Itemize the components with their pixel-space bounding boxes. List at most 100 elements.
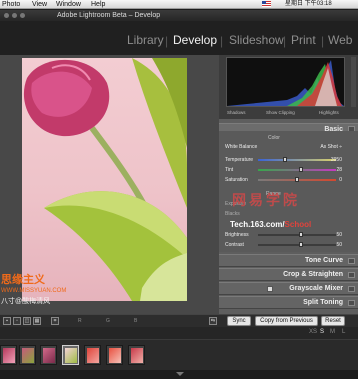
temperature-thumb[interactable]: [283, 157, 287, 162]
g-readout-label: G: [106, 318, 110, 324]
r-readout-label: R: [78, 318, 82, 324]
saturation-value[interactable]: 0: [339, 177, 342, 183]
tint-thumb[interactable]: [299, 167, 303, 172]
watermark-right-url-main: Tech.163.com/: [230, 220, 285, 229]
split-toning-title: Split Toning: [303, 299, 343, 306]
module-separator: |: [165, 34, 169, 48]
close-icon[interactable]: [4, 13, 9, 18]
collapse-icon[interactable]: [348, 258, 355, 264]
crop-straighten-header[interactable]: Crop & Straighten: [219, 268, 358, 281]
contrast-value[interactable]: 50: [336, 242, 342, 248]
histogram[interactable]: [226, 57, 345, 107]
collapse-icon[interactable]: [348, 300, 355, 306]
mac-menubar: Photo View Window Help 星期日 下午03:18: [0, 0, 358, 9]
tint-value[interactable]: 28: [336, 167, 342, 173]
filmstrip-thumbnail[interactable]: [40, 345, 57, 365]
collapse-icon[interactable]: [348, 272, 355, 278]
crop-straighten-title: Crop & Straighten: [283, 271, 343, 278]
histogram-panel: Shadows Show Clipping Highlights: [219, 55, 358, 119]
histogram-scrollbar[interactable]: [351, 57, 356, 107]
view-mode-compare-icon[interactable]: ◫: [23, 317, 31, 325]
before-after-icon[interactable]: ⇆: [209, 317, 217, 325]
module-separator: |: [220, 34, 224, 48]
module-print[interactable]: Print: [291, 33, 316, 47]
filmstrip-thumbnail[interactable]: [0, 345, 17, 365]
histogram-highlights-label: Highlights: [319, 110, 339, 115]
window-titlebar: Adobe Lightroom Beta – Develop: [0, 10, 358, 21]
saturation-slider[interactable]: [258, 177, 336, 182]
contrast-label: Contrast: [225, 242, 244, 248]
color-group-label: Color: [268, 135, 280, 141]
reset-button[interactable]: Reset: [321, 316, 345, 326]
brightness-thumb[interactable]: [299, 232, 303, 237]
us-flag-icon[interactable]: [262, 1, 271, 7]
window-title: Adobe Lightroom Beta – Develop: [57, 12, 161, 19]
menu-help[interactable]: Help: [91, 0, 105, 9]
white-balance-label: White Balance: [225, 144, 258, 150]
bottom-toolbar: ▪ ▫ ◫ ▦ ⌗ R G B ⇆ Sync Copy from Previou…: [0, 314, 358, 327]
view-mode-loupe-icon[interactable]: ▪: [3, 317, 11, 325]
filmstrip[interactable]: [0, 339, 358, 370]
module-library[interactable]: Library: [127, 33, 164, 47]
bottom-panel-toggle[interactable]: [0, 370, 358, 379]
show-clipping-toggle[interactable]: Show Clipping: [266, 110, 295, 115]
watermark-left-url: WWW.MISSYUAN.COM: [1, 288, 67, 294]
module-separator: |: [283, 34, 287, 48]
chevron-down-icon[interactable]: [176, 372, 184, 376]
brightness-value[interactable]: 50: [336, 232, 342, 238]
contrast-slider[interactable]: [258, 242, 336, 247]
temperature-slider[interactable]: [258, 157, 336, 162]
thumb-size-s[interactable]: S: [320, 329, 324, 335]
view-mode-grid-icon[interactable]: ▫: [13, 317, 21, 325]
crop-tool-icon[interactable]: ⌗: [51, 317, 59, 325]
minimize-icon[interactable]: [12, 13, 17, 18]
thumb-size-m[interactable]: M: [330, 329, 335, 335]
saturation-thumb[interactable]: [295, 177, 299, 182]
filmstrip-thumbnail[interactable]: [128, 345, 145, 365]
watermark-right-url: Tech.163.com/School: [230, 220, 311, 229]
watermark-left: 思缘主义 WWW.MISSYUAN.COM 八寸@酸梅清风: [1, 275, 71, 307]
module-separator: |: [321, 34, 325, 48]
tone-curve-title: Tone Curve: [305, 257, 343, 264]
brightness-slider[interactable]: [258, 232, 336, 237]
watermark-left-author: 八寸@酸梅清风: [1, 298, 51, 305]
watermark-right-url-school: School: [284, 220, 312, 229]
zoom-icon[interactable]: [20, 13, 25, 18]
grayscale-checkbox[interactable]: [267, 286, 273, 292]
filmstrip-thumbnail-selected[interactable]: [62, 345, 79, 365]
module-web[interactable]: Web: [328, 33, 352, 47]
grayscale-mixer-title: Grayscale Mixer: [289, 285, 343, 292]
white-balance-select[interactable]: As Shot ÷: [320, 144, 342, 150]
menu-view[interactable]: View: [32, 0, 47, 9]
histogram-shadows-label: Shadows: [227, 110, 246, 115]
watermark-left-main: 思缘主义: [1, 274, 45, 286]
brightness-label: Brightness: [225, 232, 249, 238]
filmstrip-thumbnail[interactable]: [106, 345, 123, 365]
tint-slider[interactable]: [258, 167, 336, 172]
view-mode-survey-icon[interactable]: ▦: [33, 317, 41, 325]
module-develop[interactable]: Develop: [173, 33, 217, 47]
tulip-photo: [22, 58, 187, 301]
thumb-size-l[interactable]: L: [342, 329, 345, 335]
blacks-label: Blacks: [225, 211, 240, 217]
tint-label: Tint: [225, 167, 234, 173]
collapse-icon[interactable]: [348, 286, 355, 292]
sync-button[interactable]: Sync: [227, 316, 251, 326]
split-toning-header[interactable]: Split Toning: [219, 296, 358, 309]
grayscale-mixer-header[interactable]: Grayscale Mixer: [219, 282, 358, 295]
tone-curve-header[interactable]: Tone Curve: [219, 254, 358, 267]
menu-window[interactable]: Window: [56, 0, 81, 9]
thumb-size-xs[interactable]: XS: [309, 329, 317, 335]
filmstrip-thumbnail[interactable]: [19, 345, 36, 365]
module-slideshow[interactable]: Slideshow: [229, 33, 284, 47]
filmstrip-header: XS S M L: [0, 327, 358, 339]
menubar-clock: 星期日 下午03:18: [285, 1, 332, 7]
develop-right-panel: Shadows Show Clipping Highlights Basic C…: [219, 55, 358, 314]
watermark-right: 网易学院: [232, 192, 300, 208]
filmstrip-thumbnail[interactable]: [84, 345, 101, 365]
temperature-label: Temperature: [225, 157, 254, 163]
temperature-value[interactable]: 3950: [331, 157, 342, 163]
copy-from-previous-button[interactable]: Copy from Previous: [255, 316, 318, 326]
menu-photo[interactable]: Photo: [2, 0, 20, 9]
contrast-thumb[interactable]: [299, 242, 303, 247]
